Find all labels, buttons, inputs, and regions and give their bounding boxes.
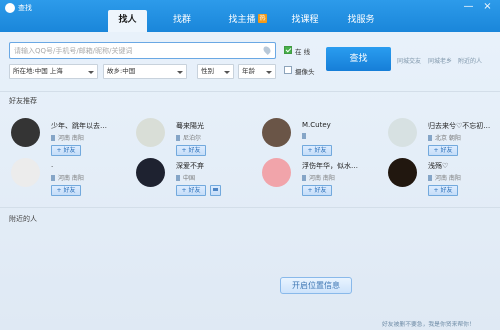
camera-label: 摄像头 [295, 68, 315, 76]
avatar[interactable] [262, 118, 291, 147]
friend-location: 河南 南阳 [428, 173, 498, 182]
close-button[interactable]: × [481, 1, 494, 13]
location-icon [428, 135, 432, 141]
window-title: 查找 [18, 4, 32, 12]
location-icon [51, 175, 55, 181]
gender-dropdown[interactable]: 性别 [197, 64, 234, 79]
friend-name[interactable]: . [51, 161, 121, 170]
friend-card: . 河南 南阳 + 好友 [11, 158, 131, 210]
message-button[interactable] [210, 185, 221, 196]
section-divider [0, 91, 500, 92]
friend-location-text: 河南 南阳 [58, 135, 84, 142]
avatar[interactable] [11, 118, 40, 147]
age-value: 年龄 [242, 67, 255, 75]
avatar[interactable] [262, 158, 291, 187]
online-label: 在 线 [295, 48, 311, 56]
add-friend-button[interactable]: + 好友 [428, 185, 458, 196]
age-dropdown[interactable]: 年龄 [238, 64, 276, 79]
friend-card: 浅殇♡ 河南 南阳 + 好友 [388, 158, 500, 210]
location-icon [302, 175, 306, 181]
friend-location: 中国 [176, 173, 246, 182]
add-friend-button[interactable]: + 好友 [176, 145, 206, 156]
friend-name[interactable]: 蓦来陽光 [176, 121, 246, 130]
location-icon [51, 135, 55, 141]
location-value: 所在地:中国 上海 [13, 67, 63, 75]
location-pin-icon[interactable] [262, 45, 272, 55]
chevron-down-icon [177, 71, 183, 74]
add-friend-button[interactable]: + 好友 [428, 145, 458, 156]
friend-location: 河南 南阳 [51, 173, 121, 182]
chevron-down-icon [224, 71, 230, 74]
add-friend-button[interactable]: + 好友 [51, 185, 81, 196]
title-bar: 查找 — × 找人 找群 找主播 热 找课程 找服务 [0, 0, 500, 32]
find-window: 查找 — × 找人 找群 找主播 热 找课程 找服务 所在地:中国 上海 故乡:… [0, 0, 500, 330]
location-icon [176, 175, 180, 181]
add-friend-button[interactable]: + 好友 [176, 185, 206, 196]
friend-location-text: 尼泊尔 [183, 135, 202, 142]
location-icon [428, 175, 432, 181]
qq-logo-icon [5, 3, 15, 13]
quick-link-nearby[interactable]: 附近的人 [458, 56, 482, 65]
friend-location-text: 中国 [183, 175, 196, 182]
find-button[interactable]: 查找 [326, 47, 391, 71]
friend-name[interactable]: 浅殇♡ [428, 161, 498, 170]
friend-location-text: 北京 朝阳 [435, 135, 461, 142]
search-input[interactable] [10, 43, 255, 58]
friend-card: 浮伤年华，似水… 河南 南阳 + 好友 [262, 158, 382, 210]
enable-location-button[interactable]: 开启位置信息 [280, 277, 352, 294]
chevron-down-icon [88, 71, 94, 74]
quick-link-city-hometown[interactable]: 同城老乡 [428, 56, 452, 65]
tab-groups[interactable]: 找群 [163, 10, 201, 32]
minimize-button[interactable]: — [462, 1, 475, 13]
footer-notice[interactable]: 好友被删不要急，我是你贤来帮你！ [382, 319, 475, 328]
avatar[interactable] [388, 158, 417, 187]
friend-location: 河南 南阳 [302, 173, 372, 182]
online-checkbox[interactable] [284, 46, 292, 54]
gender-value: 性别 [201, 67, 214, 75]
friend-location-text: 河南 南阳 [58, 175, 84, 182]
avatar[interactable] [136, 118, 165, 147]
friend-name[interactable]: 归去来兮♡不忘初… [428, 121, 498, 130]
friend-location-text: 河南 南阳 [435, 175, 461, 182]
avatar[interactable] [136, 158, 165, 187]
friend-name[interactable]: 深爱不弃 [176, 161, 246, 170]
camera-checkbox[interactable] [284, 66, 292, 74]
main-tabs: 找人 找群 找主播 热 找课程 找服务 [108, 10, 388, 32]
chevron-down-icon [266, 71, 272, 74]
add-friend-button[interactable]: + 好友 [51, 145, 81, 156]
friend-location [302, 133, 372, 142]
friend-name[interactable]: M.Cutey [302, 121, 372, 130]
friend-location-text: 河南 南阳 [309, 175, 335, 182]
friend-location: 河南 南阳 [51, 133, 121, 142]
add-friend-button[interactable]: + 好友 [302, 145, 332, 156]
location-dropdown[interactable]: 所在地:中国 上海 [9, 64, 98, 79]
avatar[interactable] [11, 158, 40, 187]
recommend-title: 好友推荐 [9, 97, 37, 105]
friend-location: 北京 朝阳 [428, 133, 498, 142]
location-icon [302, 133, 306, 139]
tab-courses[interactable]: 找课程 [283, 10, 327, 32]
section-divider [0, 207, 500, 208]
tab-services[interactable]: 找服务 [341, 10, 381, 32]
window-controls: — × [454, 0, 498, 14]
quick-link-city-friends[interactable]: 同城交友 [397, 56, 421, 65]
friend-location: 尼泊尔 [176, 133, 246, 142]
add-friend-button[interactable]: + 好友 [302, 185, 332, 196]
hometown-value: 故乡:中国 [107, 67, 136, 75]
avatar[interactable] [388, 118, 417, 147]
tab-people[interactable]: 找人 [108, 10, 147, 32]
hot-badge: 热 [258, 14, 267, 23]
hometown-dropdown[interactable]: 故乡:中国 [103, 64, 187, 79]
search-box [9, 42, 276, 59]
friend-card: 深爱不弃 中国 + 好友 [136, 158, 256, 210]
friend-name[interactable]: 浮伤年华，似水… [302, 161, 372, 170]
friend-name[interactable]: 少年、跳年以去… [51, 121, 121, 130]
location-icon [176, 135, 180, 141]
nearby-title: 附近的人 [9, 215, 37, 223]
